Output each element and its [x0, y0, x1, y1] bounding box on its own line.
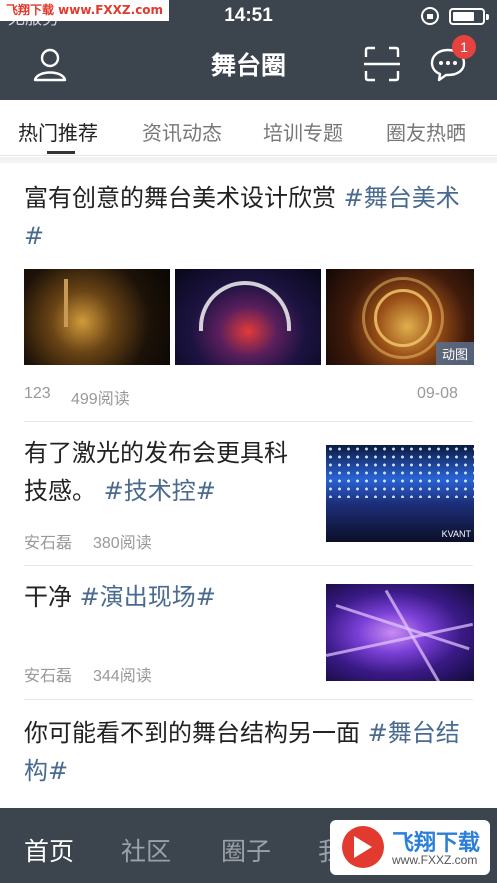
- article-title[interactable]: 有了激光的发布会更具科技感。 #技术控#: [24, 434, 304, 510]
- feed-item[interactable]: 富有创意的舞台美术设计欣赏 #舞台美术# 动图 123 499阅读 09-08: [0, 163, 497, 421]
- user-profile-icon[interactable]: [30, 44, 70, 84]
- feed-item[interactable]: 有了激光的发布会更具科技感。 #技术控# KVANT 安石磊 380阅读: [0, 422, 497, 565]
- article-date: 09-08: [417, 385, 458, 402]
- category-tabs: 热门推荐 资讯动态 培训专题 圈友热晒: [0, 100, 497, 156]
- article-reads: 499阅读: [71, 391, 130, 408]
- article-tag[interactable]: #技术控#: [104, 477, 216, 505]
- article-author: 安石磊: [24, 668, 73, 685]
- article-tag[interactable]: #演出现场#: [80, 583, 216, 611]
- watermark-logo-icon: [342, 826, 384, 868]
- article-image[interactable]: 动图: [326, 269, 474, 365]
- feed-item[interactable]: 你可能看不到的舞台结构另一面 #舞台结构#: [0, 700, 497, 808]
- scan-icon[interactable]: [362, 44, 402, 84]
- article-title[interactable]: 富有创意的舞台美术设计欣赏 #舞台美术#: [24, 179, 474, 255]
- article-count: 123: [24, 385, 51, 402]
- bottom-tab-community[interactable]: 社区: [121, 832, 171, 868]
- article-image[interactable]: [175, 269, 321, 365]
- tab-news[interactable]: 资讯动态: [142, 117, 222, 146]
- tab-training[interactable]: 培训专题: [263, 117, 343, 146]
- feed-item[interactable]: 干净 #演出现场# 安石磊 344阅读: [0, 566, 497, 699]
- page-title: 舞台圈: [210, 51, 286, 80]
- watermark-badge: 飞翔下载 www.FXXZ.com: [330, 820, 490, 875]
- message-badge: 1: [452, 35, 476, 59]
- tab-active-indicator: [47, 151, 75, 154]
- article-author: 安石磊: [24, 535, 73, 552]
- article-title[interactable]: 干净 #演出现场#: [24, 578, 304, 616]
- battery-icon: [449, 8, 489, 25]
- gif-label: 动图: [435, 342, 474, 365]
- article-image[interactable]: [326, 584, 474, 681]
- bottom-tab-circle[interactable]: 圈子: [221, 832, 271, 868]
- rotation-lock-icon: [421, 7, 439, 25]
- tab-friends[interactable]: 圈友热晒: [386, 117, 466, 146]
- article-image[interactable]: [24, 269, 170, 365]
- bottom-tab-home[interactable]: 首页: [24, 832, 74, 868]
- article-reads: 380阅读: [93, 535, 152, 552]
- image-caption: KVANT: [441, 529, 471, 539]
- tab-hot[interactable]: 热门推荐: [18, 117, 98, 146]
- watermark-top: 飞翔下载 www.FXXZ.com: [0, 0, 170, 21]
- watermark-url: www.FXXZ.com: [392, 853, 478, 867]
- article-reads: 344阅读: [93, 668, 152, 685]
- article-image[interactable]: KVANT: [326, 445, 474, 542]
- article-title[interactable]: 你可能看不到的舞台结构另一面 #舞台结构#: [24, 714, 474, 790]
